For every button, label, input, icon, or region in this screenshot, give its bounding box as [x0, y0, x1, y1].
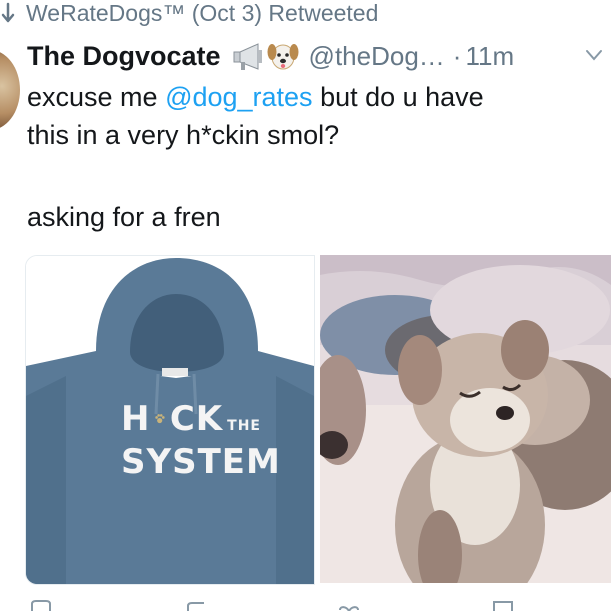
- tweet-header: The Dogvocate @theDog… · 11m: [27, 38, 611, 74]
- name-emoji: [231, 41, 299, 71]
- like-icon[interactable]: [338, 600, 360, 611]
- message-icon[interactable]: [492, 600, 514, 611]
- retweet-arrow-icon: [1, 2, 15, 23]
- tweet-time[interactable]: 11m: [465, 41, 514, 72]
- mention-link[interactable]: @dog_rates: [165, 82, 313, 112]
- tweet-line-1: excuse me @dog_rates but do u have: [27, 78, 587, 116]
- hoodie-print-the: THE: [227, 418, 261, 434]
- tweet-line-2: this in a very h*ckin smol?: [27, 120, 340, 150]
- puppy-illustration: [320, 255, 611, 583]
- tweet-line-1-start: excuse me: [27, 82, 166, 112]
- tweet-card: WeRateDogs™ (Oct 3) Retweeted The Dogvoc…: [0, 0, 611, 611]
- hoodie-print: H CK THE SYSTEM: [121, 401, 281, 482]
- hoodie-print-line-1: H CK THE: [121, 401, 261, 444]
- hoodie-print-line-2: SYSTEM: [121, 442, 281, 482]
- retweet-context[interactable]: WeRateDogs™ (Oct 3) Retweeted: [0, 0, 378, 26]
- megaphone-icon: [233, 43, 262, 70]
- hoodie-photo[interactable]: H CK THE SYSTEM: [25, 255, 315, 585]
- display-name[interactable]: The Dogvocate: [27, 41, 221, 72]
- tweet-line-3: asking for a fren: [27, 202, 221, 232]
- puppy-photo[interactable]: [320, 255, 611, 583]
- paw-icon: [155, 414, 166, 424]
- hoodie-print-h: H: [121, 399, 151, 439]
- tweet-text: excuse me @dog_rates but do u have this …: [27, 78, 587, 236]
- user-handle[interactable]: @theDog…: [309, 41, 445, 72]
- retweet-label: WeRateDogs™ (Oct 3) Retweeted: [26, 0, 379, 26]
- dog-face-icon: [267, 44, 299, 70]
- reply-icon[interactable]: [30, 600, 52, 611]
- separator-dot: ·: [452, 40, 462, 71]
- tweet-line-1-end: but do u have: [312, 82, 484, 112]
- tweet-actions: [0, 600, 611, 611]
- avatar[interactable]: [0, 50, 20, 130]
- chevron-down-icon[interactable]: [585, 48, 603, 62]
- retweet-icon[interactable]: [185, 600, 207, 611]
- hoodie-print-ck: CK: [169, 399, 224, 439]
